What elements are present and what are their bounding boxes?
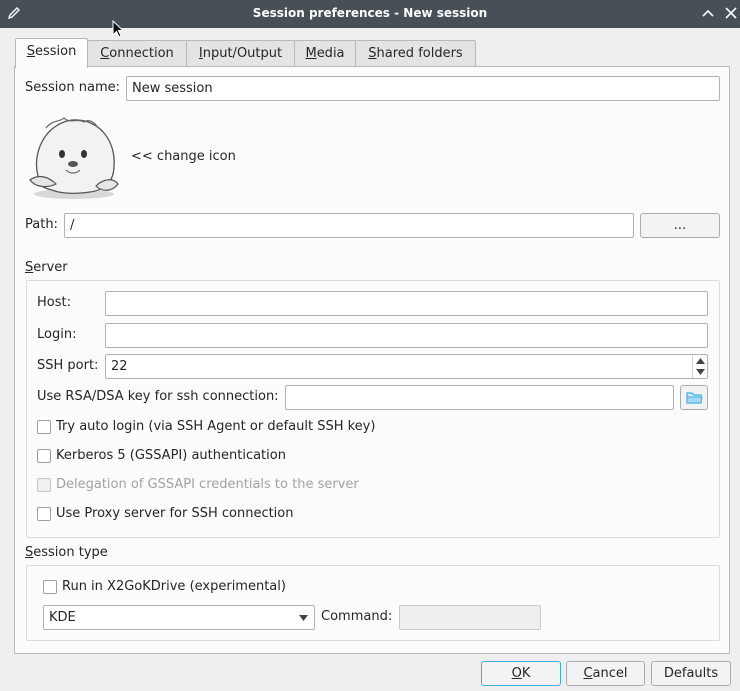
maximize-icon[interactable]	[700, 5, 716, 21]
window-title: Session preferences - New session	[252, 6, 488, 20]
ssh-port-value: 22	[111, 359, 128, 374]
host-label: Host:	[37, 295, 71, 310]
session-type-select[interactable]: KDE	[43, 605, 315, 630]
cancel-button[interactable]: Cancel	[566, 661, 645, 686]
session-name-input[interactable]: New session	[126, 76, 720, 101]
auto-login-checkbox[interactable]	[37, 420, 51, 434]
ssh-port-label: SSH port:	[37, 358, 99, 373]
auto-login-label: Try auto login (via SSH Agent or default…	[56, 419, 376, 434]
defaults-button[interactable]: Defaults	[651, 661, 731, 686]
chevron-down-icon	[299, 615, 308, 621]
login-label: Login:	[37, 327, 77, 342]
chevron-up-icon[interactable]	[696, 358, 705, 364]
delegation-label: Delegation of GSSAPI credentials to the …	[56, 477, 359, 492]
kdrive-label: Run in X2GoKDrive (experimental)	[62, 579, 286, 594]
chevron-down-icon[interactable]	[696, 369, 705, 375]
kdrive-checkbox[interactable]	[43, 580, 57, 594]
path-input[interactable]: /	[64, 213, 634, 238]
command-input	[399, 605, 541, 630]
rsa-key-label: Use RSA/DSA key for ssh connection:	[37, 389, 279, 404]
browse-key-button[interactable]	[680, 385, 708, 410]
login-input[interactable]	[105, 323, 708, 348]
tab-media[interactable]: Media	[294, 40, 356, 67]
change-icon-label: << change icon	[131, 149, 236, 164]
title-bar: Session preferences - New session	[0, 0, 740, 28]
host-input[interactable]	[105, 291, 708, 316]
delegation-checkbox	[37, 478, 51, 492]
mouse-cursor-icon	[112, 20, 125, 38]
ssh-port-stepper[interactable]	[692, 355, 707, 378]
rsa-key-input[interactable]	[285, 385, 674, 410]
server-group-title: Server	[25, 260, 68, 275]
session-type-group-title: Session type	[25, 545, 108, 560]
kerberos-checkbox[interactable]	[37, 449, 51, 463]
tab-session[interactable]: Session	[15, 38, 88, 68]
kerberos-label: Kerberos 5 (GSSAPI) authentication	[56, 448, 286, 463]
session-name-label: Session name:	[25, 80, 120, 95]
folder-icon	[686, 392, 703, 404]
ssh-port-spinbox[interactable]: 22	[105, 354, 708, 379]
path-label: Path:	[25, 217, 58, 232]
tab-connection[interactable]: Connection	[87, 40, 187, 67]
session-type-value: KDE	[49, 610, 76, 625]
session-icon[interactable]	[26, 114, 122, 200]
ok-button[interactable]: OK	[481, 661, 561, 686]
command-label: Command:	[321, 609, 393, 624]
browse-path-button[interactable]: ...	[640, 213, 720, 238]
tab-input-output[interactable]: Input/Output	[186, 40, 295, 67]
tab-shared-folders[interactable]: Shared folders	[355, 40, 476, 67]
proxy-label: Use Proxy server for SSH connection	[56, 506, 294, 521]
proxy-checkbox[interactable]	[37, 507, 51, 521]
close-icon[interactable]	[723, 5, 739, 21]
